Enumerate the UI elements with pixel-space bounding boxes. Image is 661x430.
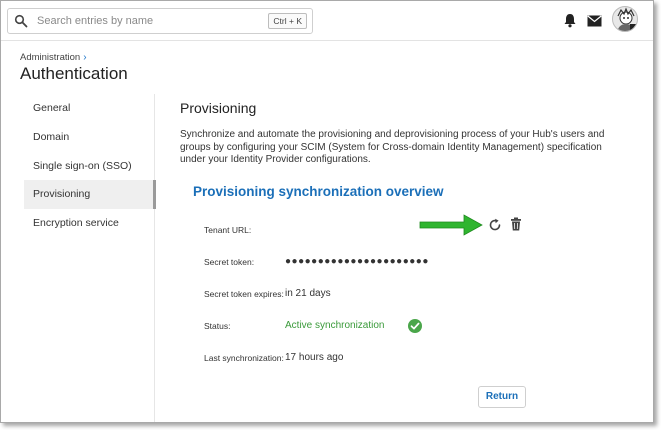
bell-icon[interactable] (563, 13, 577, 28)
mail-icon[interactable] (587, 15, 602, 27)
last-sync-value: 17 hours ago (285, 352, 344, 363)
refresh-icon[interactable] (488, 218, 502, 232)
check-circle-icon (408, 319, 422, 333)
token-expires-value: in 21 days (285, 288, 331, 299)
overview-title: Provisioning synchronization overview (193, 184, 444, 199)
sidebar-item-encryption-service[interactable]: Encryption service (24, 209, 155, 238)
search-icon (14, 14, 28, 28)
tenant-url-label: Tenant URL: (204, 225, 252, 235)
search-shortcut-badge: Ctrl + K (268, 13, 307, 29)
breadcrumb: Administration › (20, 52, 87, 63)
section-title: Provisioning (180, 100, 257, 116)
avatar-image (617, 7, 637, 31)
sidebar-item-domain[interactable]: Domain (24, 123, 155, 152)
search-input[interactable]: Search entries by name (37, 15, 153, 27)
last-sync-label: Last synchronization: (204, 353, 284, 363)
arrow-annotation (419, 214, 483, 236)
app-window: Search entries by name Ctrl + K Administ… (0, 0, 654, 423)
status-label: Status: (204, 321, 231, 331)
sidebar-item-provisioning[interactable]: Provisioning (24, 180, 156, 209)
search-box[interactable]: Search entries by name Ctrl + K (7, 8, 313, 34)
top-bar: Search entries by name Ctrl + K (1, 1, 653, 41)
secret-token-value: ●●●●●●●●●●●●●●●●●●●●●● (285, 256, 429, 267)
trash-icon[interactable] (510, 217, 522, 231)
return-button[interactable]: Return (478, 386, 526, 408)
breadcrumb-link-administration[interactable]: Administration (20, 52, 80, 63)
sidebar: General Domain Single sign-on (SSO) Prov… (24, 94, 156, 422)
status-value: Active synchronization (285, 320, 385, 331)
secret-token-label: Secret token: (204, 257, 255, 267)
token-expires-label: Secret token expires: (204, 289, 284, 299)
sidebar-item-general[interactable]: General (24, 94, 155, 123)
chevron-right-icon: › (83, 52, 87, 63)
section-description: Synchronize and automate the provisionin… (180, 129, 605, 166)
avatar[interactable] (612, 6, 638, 32)
sidebar-item-sso[interactable]: Single sign-on (SSO) (24, 152, 155, 181)
page-title: Authentication (20, 64, 128, 83)
